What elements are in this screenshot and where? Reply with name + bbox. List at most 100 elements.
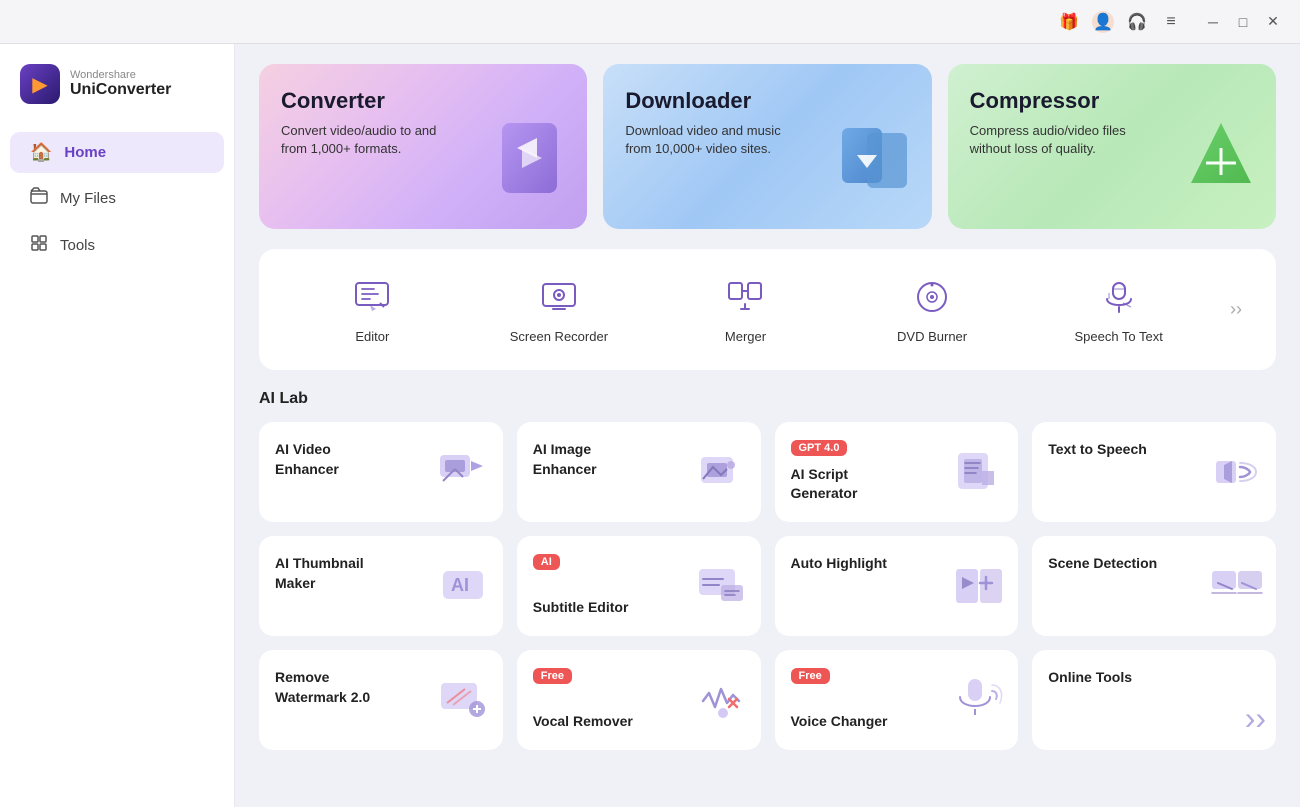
subtitle-editor-icon [693,557,751,626]
tool-merger[interactable]: Merger [656,267,835,352]
window-controls: ─ □ ✕ [1202,11,1284,33]
ai-card-ai-script-generator[interactable]: GPT 4.0 AI ScriptGenerator [775,422,1019,522]
hero-card-downloader[interactable]: Downloader Download video and music from… [603,64,931,229]
tools-bar: Editor Screen Recorder [259,249,1276,370]
text-to-speech-icon [1208,443,1266,512]
headset-icon[interactable]: 🎧 [1126,11,1148,33]
screen-recorder-label: Screen Recorder [510,329,608,344]
sidebar: ▶ Wondershare UniConverter 🏠 Home My Fil… [0,44,235,807]
merger-icon [723,275,767,319]
app-layout: ▶ Wondershare UniConverter 🏠 Home My Fil… [0,44,1300,807]
sidebar-item-myfiles-label: My Files [60,190,116,207]
ai-script-generator-label: AI ScriptGenerator [791,465,929,504]
close-button[interactable]: ✕ [1262,11,1284,33]
online-tools-icon: ›› [1245,690,1266,740]
tool-editor[interactable]: Editor [283,267,462,352]
menu-icon[interactable]: ≡ [1160,11,1182,33]
myfiles-icon [30,187,48,210]
ai-thumbnail-maker-icon: AI [435,557,493,626]
sidebar-item-tools[interactable]: Tools [10,224,224,267]
screen-recorder-icon [537,275,581,319]
voice-changer-label: Voice Changer [791,712,929,732]
home-icon: 🏠 [30,142,52,163]
text-to-speech-label: Text to Speech [1048,440,1186,460]
ai-lab-section: AI Lab AI VideoEnhancer [259,390,1276,750]
ai-card-remove-watermark[interactable]: RemoveWatermark 2.0 [259,650,503,750]
tool-speech-to-text[interactable]: Speech To Text [1029,267,1208,352]
ai-thumbnail-maker-label: AI ThumbnailMaker [275,554,413,593]
converter-title: Converter [281,88,565,114]
editor-label: Editor [355,329,389,344]
logo-area: ▶ Wondershare UniConverter [0,64,234,128]
remove-watermark-icon [435,671,493,740]
downloader-desc: Download video and music from 10,000+ vi… [625,122,810,158]
compressor-desc: Compress audio/video files without loss … [970,122,1155,158]
main-content: Converter Convert video/audio to and fro… [235,44,1300,807]
svg-text:AI: AI [451,575,469,595]
dvd-burner-icon [910,275,954,319]
hero-cards: Converter Convert video/audio to and fro… [259,64,1276,229]
logo-text: Wondershare UniConverter [70,69,171,99]
title-bar: 🎁 👤 🎧 ≡ ─ □ ✕ [0,0,1300,44]
speech-to-text-icon [1097,275,1141,319]
ai-lab-grid: AI VideoEnhancer AI ImageEnhancer [259,422,1276,750]
ai-card-scene-detection[interactable]: Scene Detection [1032,536,1276,636]
brand-name: Wondershare [70,69,171,81]
ai-video-enhancer-label: AI VideoEnhancer [275,440,413,479]
ai-badge: AI [533,554,560,570]
vocal-remover-icon [693,671,751,740]
auto-highlight-icon [950,557,1008,626]
free-badge-voice: Free [791,668,830,684]
downloader-title: Downloader [625,88,909,114]
hero-card-compressor[interactable]: Compressor Compress audio/video files wi… [948,64,1276,229]
sidebar-item-home[interactable]: 🏠 Home [10,132,224,173]
compressor-title: Compressor [970,88,1254,114]
minimize-button[interactable]: ─ [1202,11,1224,33]
converter-desc: Convert video/audio to and from 1,000+ f… [281,122,466,158]
ai-card-subtitle-editor[interactable]: AI Subtitle Editor [517,536,761,636]
tools-more-button[interactable]: ›› [1220,294,1252,326]
ai-card-ai-image-enhancer[interactable]: AI ImageEnhancer [517,422,761,522]
user-icon[interactable]: 👤 [1092,11,1114,33]
free-badge-vocal: Free [533,668,572,684]
ai-card-vocal-remover[interactable]: Free Vocal Remover [517,650,761,750]
ai-card-text-to-speech[interactable]: Text to Speech [1032,422,1276,522]
hero-card-converter[interactable]: Converter Convert video/audio to and fro… [259,64,587,229]
sidebar-item-tools-label: Tools [60,237,95,254]
tool-dvd-burner[interactable]: DVD Burner [843,267,1022,352]
ai-script-generator-icon [950,443,1008,512]
ai-card-ai-video-enhancer[interactable]: AI VideoEnhancer [259,422,503,522]
editor-icon [350,275,394,319]
auto-highlight-label: Auto Highlight [791,554,929,574]
ai-image-enhancer-icon [693,443,751,512]
sidebar-item-home-label: Home [64,144,106,161]
ai-video-enhancer-icon [435,443,493,512]
gpt-badge: GPT 4.0 [791,440,848,456]
ai-card-ai-thumbnail-maker[interactable]: AI ThumbnailMaker AI [259,536,503,636]
merger-label: Merger [725,329,766,344]
speech-to-text-label: Speech To Text [1074,329,1162,344]
ai-lab-title: AI Lab [259,390,1276,408]
voice-changer-icon [950,671,1008,740]
sidebar-item-myfiles[interactable]: My Files [10,177,224,220]
scene-detection-label: Scene Detection [1048,554,1186,574]
dvd-burner-label: DVD Burner [897,329,967,344]
app-name: UniConverter [70,81,171,99]
scene-detection-icon [1208,557,1266,626]
app-logo-icon: ▶ [20,64,60,104]
maximize-button[interactable]: □ [1232,11,1254,33]
ai-card-online-tools[interactable]: Online Tools ›› [1032,650,1276,750]
compressor-icon [1176,113,1266,219]
converter-icon [487,113,577,219]
vocal-remover-label: Vocal Remover [533,712,671,732]
tools-icon [30,234,48,257]
ai-card-voice-changer[interactable]: Free Voice Changer [775,650,1019,750]
downloader-icon [832,113,922,219]
online-tools-label: Online Tools [1048,668,1186,688]
subtitle-editor-label: Subtitle Editor [533,598,671,618]
ai-card-auto-highlight[interactable]: Auto Highlight [775,536,1019,636]
gift-icon[interactable]: 🎁 [1058,11,1080,33]
ai-image-enhancer-label: AI ImageEnhancer [533,440,671,479]
remove-watermark-label: RemoveWatermark 2.0 [275,668,413,707]
tool-screen-recorder[interactable]: Screen Recorder [470,267,649,352]
